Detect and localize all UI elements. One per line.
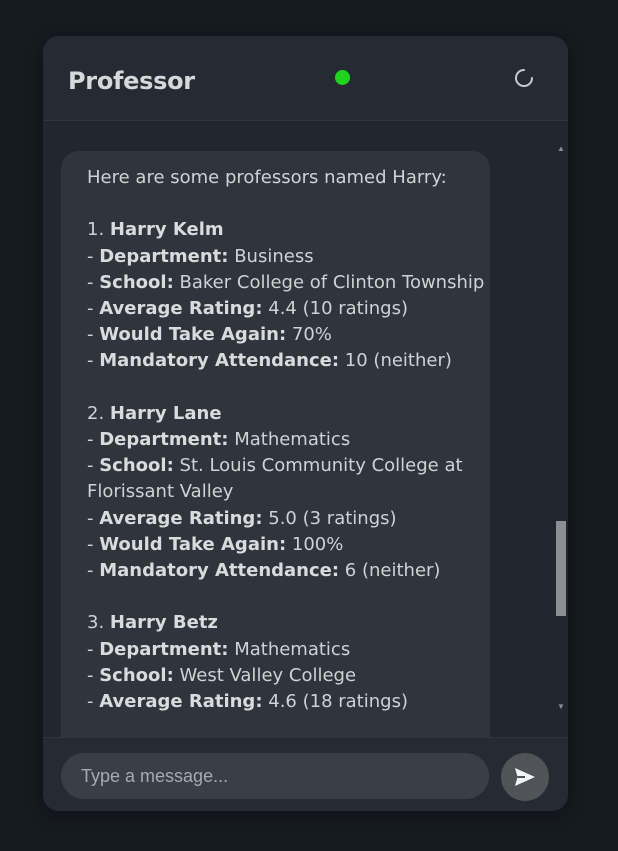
send-icon: [515, 768, 535, 786]
messages-scrollbar[interactable]: ▲ ▼: [555, 144, 567, 712]
spinner-icon: [515, 69, 533, 87]
professor-would-take-again: - Would Take Again: 100%: [87, 533, 344, 555]
professor-school: - School: West Valley College: [87, 664, 357, 686]
professor-attendance: - Mandatory Attendance: 6 (neither): [87, 560, 441, 582]
send-button[interactable]: [501, 753, 549, 801]
professor-department: - Department: Business: [87, 245, 314, 267]
chat-window: Professor Here are some professors named…: [43, 36, 568, 811]
professor-school: - School: St. Louis Community College at…: [87, 455, 463, 503]
professor-rating: - Average Rating: 5.0 (3 ratings): [87, 507, 397, 529]
message-input[interactable]: [61, 753, 489, 799]
page-title: Professor: [68, 67, 195, 95]
scroll-up-arrow-icon[interactable]: ▲: [555, 144, 567, 154]
chat-header: Professor: [43, 36, 568, 121]
professor-heading: 1. Harry Kelm: [87, 219, 224, 241]
messages-area[interactable]: Here are some professors named Harry: 1.…: [43, 122, 568, 754]
professor-rating: - Average Rating: 4.4 (10 ratings): [87, 298, 408, 319]
professor-would-take-again: - Would Take Again: 70%: [87, 324, 332, 346]
professor-department: - Department: Mathematics: [87, 429, 351, 450]
scrollbar-thumb[interactable]: [556, 521, 566, 616]
scroll-down-arrow-icon[interactable]: ▼: [555, 702, 567, 712]
professor-school: - School: Baker College of Clinton Towns…: [87, 271, 485, 293]
professor-rating: - Average Rating: 4.6 (18 ratings): [87, 691, 408, 713]
professor-heading: 2. Harry Lane: [87, 402, 222, 424]
online-status-indicator: [335, 70, 350, 85]
assistant-message: Here are some professors named Harry: 1.…: [61, 151, 490, 754]
professor-attendance: - Mandatory Attendance: 10 (neither): [87, 350, 452, 372]
message-intro: Here are some professors named Harry:: [87, 167, 447, 188]
professor-department: - Department: Mathematics: [87, 638, 351, 660]
professor-heading: 3. Harry Betz: [87, 612, 218, 634]
message-composer: [43, 737, 568, 811]
